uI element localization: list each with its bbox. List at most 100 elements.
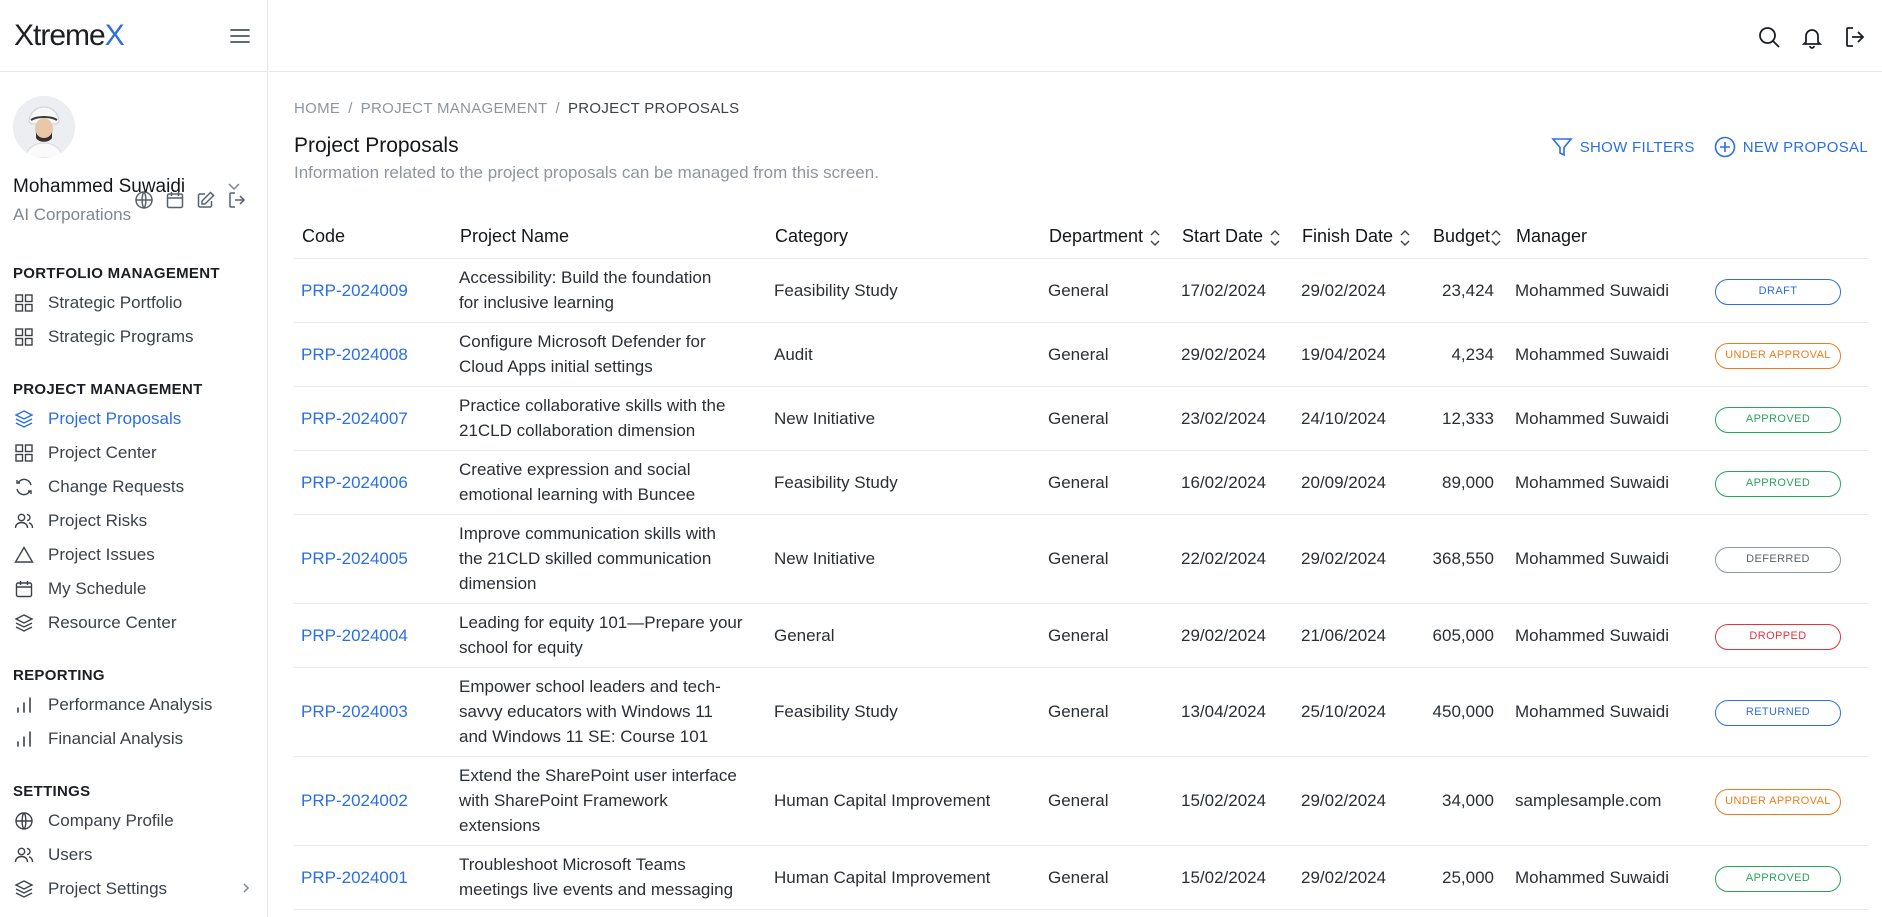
- project-name-line: Practice collaborative skills with the: [459, 396, 726, 415]
- table-row[interactable]: PRP-2024004 Leading for equity 101—Prepar…: [294, 603, 1868, 668]
- finish-date-cell: 29/02/2024: [1294, 514, 1413, 604]
- sidebar-item-users[interactable]: Users: [0, 838, 268, 872]
- proposal-code-link[interactable]: PRP-2024006: [294, 450, 452, 515]
- table-header-row: Code Project Name Category Department St…: [294, 216, 1868, 259]
- start-date-cell: 13/04/2024: [1174, 667, 1294, 757]
- sidebar-item-financial-analysis[interactable]: Financial Analysis: [0, 722, 268, 756]
- sidebar-item-strategic-portfolio[interactable]: Strategic Portfolio: [0, 286, 268, 320]
- proposal-code-link[interactable]: PRP-2024008: [294, 322, 452, 387]
- proposals-table: Code Project Name Category Department St…: [294, 216, 1868, 910]
- sidebar-item-performance-analysis[interactable]: Performance Analysis: [0, 688, 268, 722]
- proposal-code-link[interactable]: PRP-2024001: [294, 845, 452, 910]
- sidebar-item-label: Company Profile: [48, 811, 174, 830]
- proposal-code-link[interactable]: PRP-2024007: [294, 386, 452, 451]
- page-title: Project Proposals: [294, 134, 459, 157]
- menu-toggle-icon[interactable]: [227, 23, 253, 49]
- breadcrumb-section[interactable]: PROJECT MANAGEMENT: [361, 100, 548, 117]
- project-name-cell: Extend the SharePoint user interface with…: [452, 756, 767, 846]
- finish-date-cell: 29/02/2024: [1294, 258, 1413, 323]
- status-cell: UNDER APPROVAL: [1708, 322, 1868, 387]
- sidebar-item-label: Users: [48, 845, 93, 864]
- category-cell: Human Capital Improvement: [767, 845, 1041, 910]
- table-row[interactable]: PRP-2024006 Creative expression and socia…: [294, 450, 1868, 515]
- page-subtitle: Information related to the project propo…: [294, 163, 879, 182]
- breadcrumb-separator: /: [555, 100, 560, 117]
- project-name-cell: Configure Microsoft Defender for Cloud Ap…: [452, 322, 767, 387]
- sidebar-item-my-schedule[interactable]: My Schedule: [0, 572, 268, 606]
- column-header-start-date[interactable]: Start Date: [1174, 216, 1294, 259]
- column-header-manager[interactable]: Manager: [1508, 216, 1708, 259]
- column-header-code[interactable]: Code: [294, 216, 452, 259]
- project-name-line: the 21CLD skilled communication: [459, 549, 712, 568]
- sidebar-item-change-requests[interactable]: Change Requests: [0, 470, 268, 504]
- proposal-code-link[interactable]: PRP-2024004: [294, 603, 452, 668]
- proposal-code-link[interactable]: PRP-2024002: [294, 756, 452, 846]
- start-date-cell: 16/02/2024: [1174, 450, 1294, 515]
- proposal-code-link[interactable]: PRP-2024005: [294, 514, 452, 604]
- budget-cell: 34,000: [1413, 756, 1508, 846]
- department-cell: General: [1041, 667, 1174, 757]
- table-row[interactable]: PRP-2024003 Empower school leaders and te…: [294, 667, 1868, 757]
- sidebar-item-project-settings[interactable]: Project Settings: [0, 872, 268, 906]
- column-header-budget[interactable]: Budget: [1413, 216, 1508, 259]
- grid-icon: [13, 326, 35, 348]
- table-row[interactable]: PRP-2024001 Troubleshoot Microsoft Teams m…: [294, 845, 1868, 910]
- project-name-line: dimension: [459, 574, 537, 593]
- users-icon: [13, 844, 35, 866]
- user-profile: [0, 72, 267, 268]
- sidebar-item-project-risks[interactable]: Project Risks: [0, 504, 268, 538]
- user-name[interactable]: Mohammed Suwaidi: [13, 176, 185, 198]
- sidebar-item-project-proposals[interactable]: Project Proposals: [0, 402, 268, 436]
- budget-cell: 23,424: [1413, 258, 1508, 323]
- column-header-project-name[interactable]: Project Name: [452, 216, 767, 259]
- start-date-cell: 22/02/2024: [1174, 514, 1294, 604]
- filter-icon: [1550, 135, 1574, 159]
- sort-icon: [1400, 229, 1410, 246]
- finish-date-cell: 20/09/2024: [1294, 450, 1413, 515]
- bell-icon[interactable]: [1798, 23, 1825, 50]
- column-header-finish-date[interactable]: Finish Date: [1294, 216, 1413, 259]
- sidebar-item-label: Resource Center: [48, 613, 177, 632]
- edit-icon[interactable]: [195, 189, 217, 211]
- status-cell: DROPPED: [1708, 603, 1868, 668]
- sidebar-item-strategic-programs[interactable]: Strategic Programs: [0, 320, 268, 354]
- project-name-line: Accessibility: Build the foundation: [459, 268, 712, 287]
- chevron-right-icon: [240, 879, 252, 899]
- sidebar-item-project-issues[interactable]: Project Issues: [0, 538, 268, 572]
- table-row[interactable]: PRP-2024002 Extend the SharePoint user in…: [294, 756, 1868, 846]
- column-header-department[interactable]: Department: [1041, 216, 1174, 259]
- bar-chart-icon: [13, 694, 35, 716]
- table-row[interactable]: PRP-2024008 Configure Microsoft Defender …: [294, 322, 1868, 387]
- sidebar-item-label: Project Risks: [48, 511, 148, 530]
- table-row[interactable]: PRP-2024009 Accessibility: Build the foun…: [294, 258, 1868, 323]
- sidebar-item-project-center[interactable]: Project Center: [0, 436, 268, 470]
- start-date-cell: 29/02/2024: [1174, 322, 1294, 387]
- manager-cell: Mohammed Suwaidi: [1508, 386, 1708, 451]
- refresh-icon: [13, 476, 35, 498]
- status-cell: DRAFT: [1708, 258, 1868, 323]
- sidebar-item-resource-center[interactable]: Resource Center: [0, 606, 268, 640]
- search-icon[interactable]: [1755, 23, 1782, 50]
- table-row[interactable]: PRP-2024005 Improve communication skills …: [294, 514, 1868, 604]
- manager-cell: samplesample.com: [1508, 756, 1708, 846]
- page-actions: SHOW FILTERS NEW PROPOSAL: [1550, 135, 1868, 159]
- show-filters-button[interactable]: SHOW FILTERS: [1550, 135, 1695, 159]
- breadcrumb-home[interactable]: HOME: [294, 100, 340, 117]
- chevron-down-icon[interactable]: [226, 178, 244, 196]
- column-header-status: [1708, 216, 1868, 259]
- sidebar-item-label: Performance Analysis: [48, 695, 213, 714]
- status-badge: APPROVED: [1715, 406, 1841, 433]
- column-header-category[interactable]: Category: [767, 216, 1041, 259]
- proposal-code-link[interactable]: PRP-2024009: [294, 258, 452, 323]
- proposal-code-link[interactable]: PRP-2024003: [294, 667, 452, 757]
- table-row[interactable]: PRP-2024007 Practice collaborative skills…: [294, 386, 1868, 451]
- budget-cell: 450,000: [1413, 667, 1508, 757]
- new-proposal-button[interactable]: NEW PROPOSAL: [1713, 135, 1868, 159]
- app-logo[interactable]: XtremeX: [14, 19, 125, 53]
- sidebar-item-company-profile[interactable]: Company Profile: [0, 804, 268, 838]
- logout-icon[interactable]: [1841, 23, 1868, 50]
- start-date-cell: 15/02/2024: [1174, 845, 1294, 910]
- department-cell: General: [1041, 603, 1174, 668]
- status-badge: DROPPED: [1715, 623, 1841, 650]
- avatar[interactable]: [13, 96, 75, 158]
